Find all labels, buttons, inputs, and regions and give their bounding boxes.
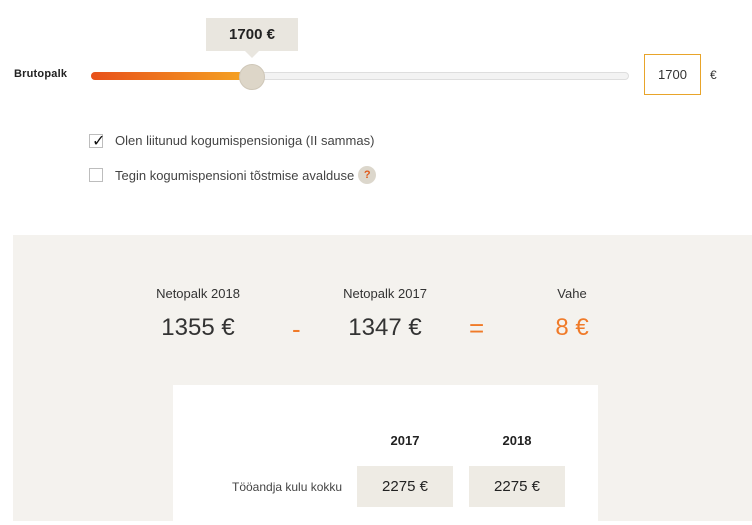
equals-sign: = — [469, 313, 485, 343]
checkmark-icon: ✓ — [92, 132, 106, 150]
pension-joined-label: Olen liitunud kogumispensioniga (II samm… — [115, 133, 375, 148]
net-salary-2017-value: 1347 € — [348, 314, 422, 341]
year-2018-header: 2018 — [502, 433, 532, 448]
option-pension-increase[interactable]: Tegin kogumispensioni tõstmise avalduse … — [89, 166, 377, 184]
employer-cost-2018: 2275 € — [469, 466, 565, 507]
net-salary-2018-value: 1355 € — [161, 314, 235, 341]
employer-cost-2017: 2275 € — [357, 466, 453, 507]
employer-cost-label: Tööandja kulu kokku — [232, 480, 343, 494]
net-salary-2018-label: Netopalk 2018 — [156, 286, 240, 301]
year-2017-header: 2017 — [390, 433, 420, 448]
employer-cost-2017-value: 2275 € — [382, 478, 428, 495]
net-salary-2017-label: Netopalk 2017 — [343, 286, 427, 301]
difference-value: 8 € — [555, 314, 589, 341]
pension-joined-checkbox[interactable]: ✓ — [89, 132, 106, 150]
slider-tooltip-text: 1700 € — [229, 26, 275, 43]
pension-increase-label: Tegin kogumispensioni tõstmise avalduse — [115, 167, 355, 183]
employer-cost-2018-value: 2275 € — [494, 478, 540, 495]
question-icon[interactable]: ? — [358, 166, 377, 184]
gross-salary-label: Brutopalk — [14, 68, 68, 80]
slider-handle[interactable] — [238, 64, 265, 90]
option-pension-joined[interactable]: ✓ Olen liitunud kogumispensioniga (II sa… — [89, 132, 375, 150]
difference-label: Vahe — [557, 286, 587, 301]
slider-value-tooltip: 1700 € — [206, 18, 298, 58]
pension-increase-checkbox[interactable] — [89, 168, 103, 182]
minus-sign: - — [292, 314, 301, 344]
slider-fill — [91, 72, 252, 80]
gross-salary-input[interactable] — [644, 54, 701, 95]
currency-symbol: € — [710, 68, 717, 82]
